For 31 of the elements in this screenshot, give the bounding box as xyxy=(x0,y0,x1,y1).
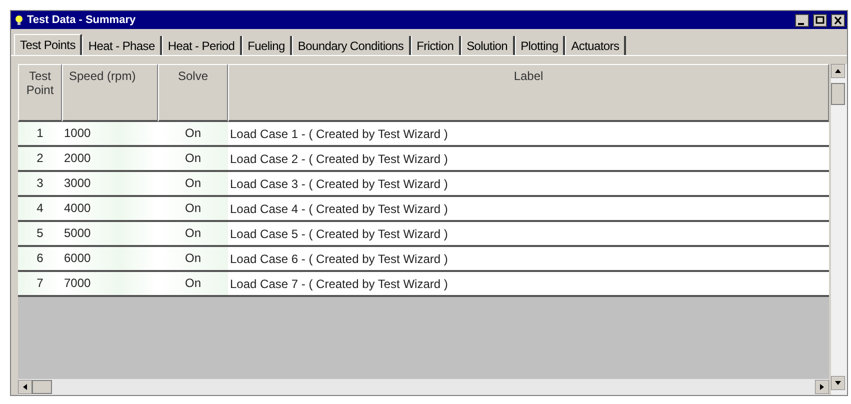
tab[interactable]: Plotting xyxy=(514,36,566,55)
column-header[interactable]: Speed (rpm) xyxy=(62,64,158,122)
column-header[interactable]: Test Point xyxy=(18,64,62,122)
tab[interactable]: Test Points xyxy=(14,34,82,55)
column-header[interactable]: Solve xyxy=(158,64,228,122)
maximize-button[interactable] xyxy=(813,14,827,26)
tab[interactable]: Heat - Period xyxy=(162,36,242,55)
scroll-right-button[interactable] xyxy=(815,380,829,394)
column-header[interactable]: Label xyxy=(228,64,829,122)
close-button[interactable] xyxy=(831,14,845,26)
table-cell-text: Load Case 1 - ( Created by Test Wizard ) xyxy=(229,126,449,140)
minimize-button[interactable] xyxy=(795,14,809,26)
table-cell-text: Load Case 6 - ( Created by Test Wizard ) xyxy=(229,252,449,266)
scroll-down-button[interactable] xyxy=(831,376,845,390)
window-title: Test Data - Summary xyxy=(27,14,137,26)
tab[interactable]: Actuators xyxy=(565,36,626,55)
tab[interactable]: Heat - Phase xyxy=(82,36,162,55)
table-cell-text: Load Case 5 - ( Created by Test Wizard ) xyxy=(229,226,449,240)
table-cell-text: Load Case 3 - ( Created by Test Wizard ) xyxy=(229,176,449,190)
table-cell-text: Load Case 7 - ( Created by Test Wizard ) xyxy=(229,276,449,290)
table-cell-text: Load Case 2 - ( Created by Test Wizard ) xyxy=(229,152,449,166)
tab[interactable]: Fueling xyxy=(242,36,292,55)
tab[interactable]: Boundary Conditions xyxy=(292,36,411,55)
tab[interactable]: Friction xyxy=(410,36,461,55)
table-cell-text: Load Case 4 - ( Created by Test Wizard ) xyxy=(229,202,449,216)
scroll-thumb[interactable] xyxy=(32,380,52,394)
tab[interactable]: Solution xyxy=(460,36,515,55)
scroll-left-button[interactable] xyxy=(18,380,32,394)
bulb-icon xyxy=(15,14,23,26)
scroll-up-button[interactable] xyxy=(831,64,845,78)
scroll-thumb[interactable] xyxy=(831,83,845,105)
